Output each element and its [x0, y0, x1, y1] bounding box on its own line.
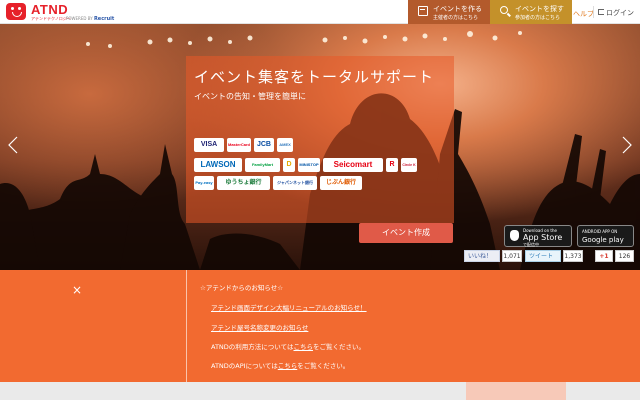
carousel-prev-icon[interactable] [8, 136, 18, 154]
create-event-title: イベントを作る [433, 5, 482, 13]
powered-label: POWERED BY [66, 16, 93, 21]
header-divider [593, 6, 594, 18]
tweet-label: ツイート [529, 253, 554, 260]
logo-text[interactable]: ATND [31, 2, 68, 17]
carousel-next-icon[interactable] [622, 136, 632, 154]
api-link[interactable]: こちら [278, 362, 298, 370]
api-post: をご覧ください。 [297, 362, 350, 370]
calendar-icon [418, 6, 428, 16]
notice-api-info: ATNDのAPIについてはこちらをご覧ください。 [211, 360, 349, 370]
login-icon [598, 9, 604, 15]
apple-icon [510, 230, 519, 241]
api-pre: ATNDのAPIについては [211, 362, 278, 370]
ministop-logo: MINISTOP [298, 158, 320, 172]
mastercard-logo: MasterCard [227, 138, 251, 152]
find-event-sub: 参加者の方はこちら [515, 15, 561, 21]
seicomart-logo: Seicomart [323, 158, 383, 172]
search-icon [500, 6, 508, 14]
jibun-bank-logo: じぶん銀行 [320, 176, 362, 190]
jcb-logo: JCB [254, 138, 274, 152]
gplay-big: Google play [582, 236, 624, 244]
logo-subtext: アテンドテクノロジー [31, 16, 71, 21]
help-link[interactable]: ヘルプ [573, 9, 594, 19]
login-link[interactable]: ログイン [598, 8, 634, 18]
familymart-logo: FamilyMart [245, 158, 280, 172]
gplus-button[interactable]: +1 [595, 250, 613, 262]
notice-title: ☆アテンドからのお知らせ☆ [200, 284, 284, 292]
facebook-like-label: いいね！ [468, 253, 493, 260]
tweet-count: 1,373 [563, 250, 583, 262]
appstore-note: で配信中 [523, 242, 539, 247]
notice-link-rename[interactable]: アテンド屋号名称変更のお知らせ [211, 322, 308, 332]
visa-logo: VISA [194, 138, 224, 152]
create-event-sub: 主催者の方はこちら [433, 15, 479, 21]
promo-panel: イベント集客をトータルサポート イベントの告知・管理を簡単に VISA Mast… [186, 56, 454, 223]
find-event-title: イベントを探す [515, 5, 564, 13]
hero-banner: イベント集客をトータルサポート イベントの告知・管理を簡単に VISA Mast… [0, 24, 640, 270]
powered-by: POWERED BY Recruit [66, 16, 114, 22]
close-icon[interactable]: × [72, 283, 82, 297]
create-event-header-button[interactable]: イベントを作る 主催者の方はこちら [408, 0, 490, 24]
usage-pre: ATNDの利用方法については [211, 343, 294, 351]
usage-link[interactable]: こちら [293, 343, 313, 351]
usage-post: をご覧ください。 [312, 343, 365, 351]
notice-link-redesign[interactable]: アテンド画面デザイン大幅リニューアルのお知らせ！ [211, 302, 367, 312]
google-play-badge[interactable]: ANDROID APP ON Google play [577, 225, 634, 247]
appstore-big: App Store [523, 233, 563, 242]
daily-logo: D [283, 158, 295, 172]
amex-logo: AMEX [277, 138, 293, 152]
gplus-count: 126 [615, 250, 634, 262]
atnd-logo-icon[interactable] [6, 3, 26, 20]
bottom-accent [466, 382, 566, 400]
app-store-badge[interactable]: Download on the App Store で配信中 [504, 225, 572, 247]
lawson-logo: LAWSON [194, 158, 242, 172]
find-event-header-button[interactable]: イベントを探す 参加者の方はこちら [490, 0, 572, 24]
top-header: ATND アテンドテクノロジー POWERED BY Recruit イベントを… [0, 0, 640, 24]
japannet-bank-logo: ジャパンネット銀行 [273, 176, 317, 190]
facebook-like-button[interactable]: いいね！ [464, 250, 500, 262]
circlek-logo: Circle K [401, 158, 417, 172]
promo-subtitle: イベントの告知・管理を簡単に [194, 92, 306, 101]
payeasy-logo: Pay-easy [194, 176, 214, 190]
tweet-button[interactable]: ツイート [525, 250, 561, 262]
powered-brand: Recruit [93, 16, 115, 22]
facebook-like-count: 1,071 [502, 250, 522, 262]
promo-title: イベント集客をトータルサポート [194, 68, 435, 86]
notice-divider [186, 270, 187, 382]
gplay-small: ANDROID APP ON [582, 229, 618, 234]
notice-usage-info: ATNDの利用方法についてはこちらをご覧ください。 [211, 341, 365, 351]
create-event-button[interactable]: イベント作成 [359, 223, 453, 243]
notice-section: × ☆アテンドからのお知らせ☆ アテンド画面デザイン大幅リニューアルのお知らせ！… [0, 270, 640, 382]
login-label: ログイン [606, 9, 634, 17]
yucho-logo: ゆうちょ銀行 [217, 176, 270, 190]
circle-r-logo: R [386, 158, 398, 172]
